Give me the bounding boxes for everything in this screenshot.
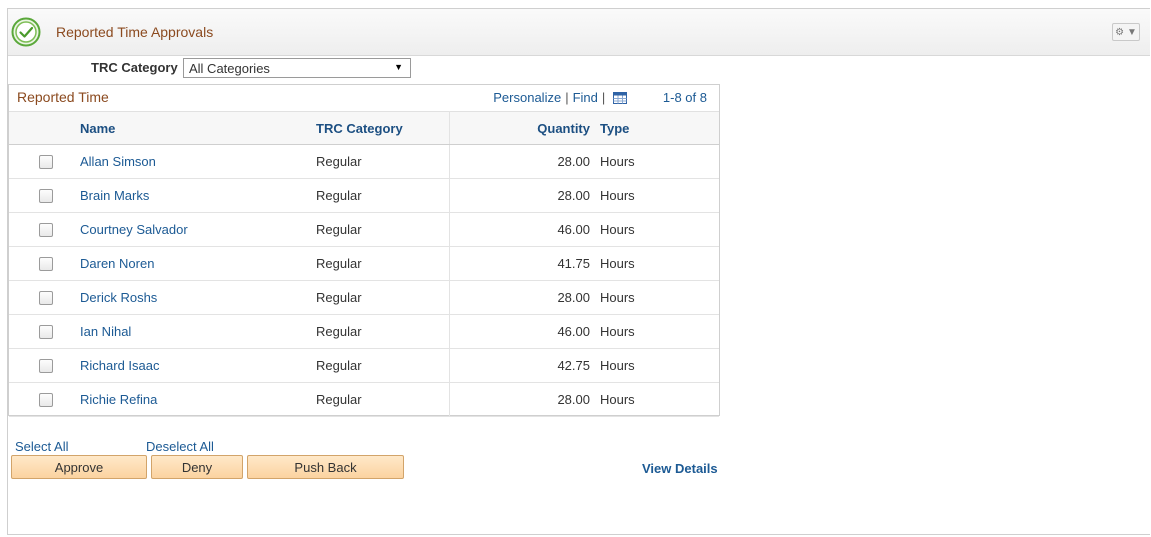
trc-category-cell: Regular <box>310 314 450 349</box>
quantity-column-header[interactable]: Quantity <box>449 111 594 145</box>
row-checkbox[interactable] <box>39 222 53 237</box>
table-row: Brain Marks Regular 28.00 Hours <box>9 178 719 213</box>
chevron-down-icon: ▼ <box>1127 26 1137 38</box>
push-back-button[interactable]: Push Back <box>247 455 404 479</box>
quantity-cell: 46.00 <box>449 314 594 349</box>
gear-icon: ⚙ <box>1115 26 1125 38</box>
trc-category-cell: Regular <box>310 144 450 179</box>
row-checkbox[interactable] <box>39 188 53 203</box>
approve-button[interactable]: Approve <box>11 455 147 479</box>
grid-navigation: Personalize | Find | 1-8 of 8 <box>493 90 707 105</box>
quantity-cell: 42.75 <box>449 348 594 383</box>
trc-category-cell: Regular <box>310 178 450 213</box>
employee-name-link[interactable]: Allan Simson <box>80 154 156 169</box>
trc-category-value: All Categories <box>189 61 270 76</box>
table-row: Derick Roshs Regular 28.00 Hours <box>9 280 719 315</box>
type-cell: Hours <box>594 212 719 247</box>
view-details-link[interactable]: View Details <box>642 461 718 476</box>
employee-name-link[interactable]: Daren Noren <box>80 256 154 271</box>
employee-name-link[interactable]: Richard Isaac <box>80 358 159 373</box>
page-title: Reported Time Approvals <box>56 24 214 40</box>
quantity-cell: 28.00 <box>449 280 594 315</box>
type-cell: Hours <box>594 144 719 179</box>
employee-name-link[interactable]: Brain Marks <box>80 188 149 203</box>
trc-category-cell: Regular <box>310 212 450 247</box>
table-row: Richie Refina Regular 28.00 Hours <box>9 382 719 417</box>
type-cell: Hours <box>594 280 719 315</box>
trc-category-cell: Regular <box>310 246 450 281</box>
row-checkbox[interactable] <box>39 324 53 339</box>
type-cell: Hours <box>594 314 719 349</box>
quantity-cell: 41.75 <box>449 246 594 281</box>
quantity-cell: 46.00 <box>449 212 594 247</box>
type-column-header[interactable]: Type <box>594 111 719 145</box>
select-all-link[interactable]: Select All <box>15 439 68 454</box>
category-column-header[interactable]: TRC Category <box>310 111 450 145</box>
type-cell: Hours <box>594 382 719 417</box>
page-header: Reported Time Approvals ⚙ ▼ <box>8 9 1150 56</box>
trc-category-select[interactable]: All Categories ▼ <box>183 58 411 78</box>
select-column-header <box>9 111 74 145</box>
actions-menu-button[interactable]: ⚙ ▼ <box>1112 23 1140 41</box>
type-cell: Hours <box>594 246 719 281</box>
table-row: Richard Isaac Regular 42.75 Hours <box>9 348 719 383</box>
quantity-cell: 28.00 <box>449 178 594 213</box>
row-count: 1-8 of 8 <box>662 90 707 105</box>
deselect-all-link[interactable]: Deselect All <box>146 439 214 454</box>
table-header-row: Name TRC Category Quantity Type <box>9 111 719 145</box>
view-all-grid-icon[interactable] <box>613 92 628 104</box>
employee-name-link[interactable]: Courtney Salvador <box>80 222 188 237</box>
type-cell: Hours <box>594 178 719 213</box>
row-checkbox[interactable] <box>39 358 53 373</box>
table-row: Allan Simson Regular 28.00 Hours <box>9 144 719 179</box>
employee-name-link[interactable]: Derick Roshs <box>80 290 157 305</box>
row-checkbox[interactable] <box>39 154 53 169</box>
reported-time-grid: Reported Time Personalize | Find | 1-8 of 8… <box>8 84 720 417</box>
grid-title: Reported Time <box>17 89 109 105</box>
table-row: Daren Noren Regular 41.75 Hours <box>9 246 719 281</box>
type-cell: Hours <box>594 348 719 383</box>
trc-category-label: TRC Category <box>91 60 178 75</box>
trc-category-cell: Regular <box>310 280 450 315</box>
table-row: Ian Nihal Regular 46.00 Hours <box>9 314 719 349</box>
find-link[interactable]: Find <box>573 90 598 105</box>
separator: | <box>565 90 569 105</box>
quantity-cell: 28.00 <box>449 382 594 417</box>
check-circle-icon <box>11 17 41 47</box>
employee-name-link[interactable]: Ian Nihal <box>80 324 131 339</box>
deny-button[interactable]: Deny <box>151 455 243 479</box>
personalize-link[interactable]: Personalize <box>493 90 561 105</box>
separator: | <box>601 90 606 105</box>
trc-category-cell: Regular <box>310 382 450 417</box>
row-checkbox[interactable] <box>39 256 53 271</box>
reported-time-table: Name TRC Category Quantity Type Allan Si… <box>9 111 719 417</box>
table-row: Courtney Salvador Regular 46.00 Hours <box>9 212 719 247</box>
name-column-header[interactable]: Name <box>74 111 310 145</box>
trc-category-cell: Regular <box>310 348 450 383</box>
row-checkbox[interactable] <box>39 392 53 407</box>
dropdown-arrow-icon: ▼ <box>394 62 403 72</box>
row-checkbox[interactable] <box>39 290 53 305</box>
employee-name-link[interactable]: Richie Refina <box>80 392 157 407</box>
quantity-cell: 28.00 <box>449 144 594 179</box>
